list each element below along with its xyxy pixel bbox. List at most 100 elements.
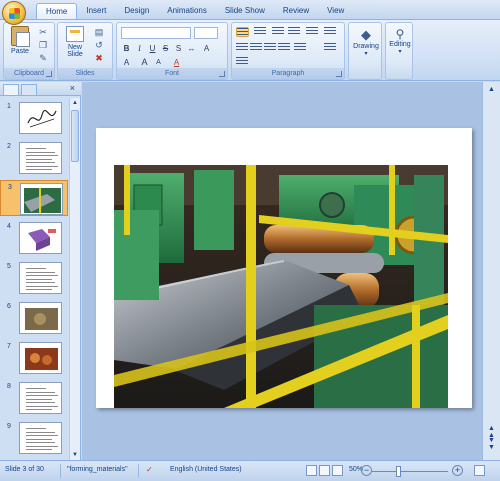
tab-review[interactable]: Review xyxy=(274,3,318,19)
scroll-up-icon[interactable]: ▲ xyxy=(71,99,79,107)
slide-thumbnail[interactable]: 7 xyxy=(0,340,68,376)
tab-home[interactable]: Home xyxy=(36,3,78,19)
char-spacing-icon[interactable]: ↔ xyxy=(186,43,197,54)
slide-show-icon[interactable] xyxy=(332,465,343,476)
copy-icon[interactable]: ❐ xyxy=(38,40,48,50)
align-right-icon[interactable] xyxy=(264,43,276,53)
tab-animations[interactable]: Animations xyxy=(158,3,216,19)
normal-view-icon[interactable] xyxy=(306,465,317,476)
font-name-box[interactable] xyxy=(121,27,191,39)
fit-to-window-icon[interactable] xyxy=(474,465,485,476)
language-indicator[interactable]: English (United States) xyxy=(170,466,242,473)
editing-label: Editing xyxy=(389,41,411,48)
numbering-icon[interactable] xyxy=(254,27,266,37)
scroll-down-icon[interactable]: ▼ xyxy=(71,451,79,459)
drawing-button[interactable]: ◆ Drawing ▾ xyxy=(351,27,381,57)
slide-number: 3 xyxy=(8,184,12,191)
cut-icon[interactable]: ✂ xyxy=(38,27,48,37)
thumbnail-preview xyxy=(19,422,62,454)
thumbnail-preview xyxy=(19,342,62,374)
bold-icon[interactable]: B xyxy=(121,43,132,54)
thumbnail-preview xyxy=(19,142,62,174)
line-spacing-icon[interactable] xyxy=(306,27,318,37)
shadow-icon[interactable]: S xyxy=(173,43,184,54)
slide-thumbnail[interactable]: 6 xyxy=(0,300,68,336)
underline-icon[interactable]: U xyxy=(147,43,158,54)
slide-thumbnail[interactable]: 2 xyxy=(0,140,68,176)
pane-scrollbar[interactable]: ▲ ▼ xyxy=(69,98,80,460)
slide-scroll-up-icon[interactable]: ▲ xyxy=(488,86,495,93)
bullets-icon[interactable] xyxy=(236,27,249,37)
slide-scrollbar[interactable]: ▲ ▲ ▲ ▼ ▼ xyxy=(482,82,500,460)
shrink-font-icon[interactable]: A xyxy=(153,57,164,68)
slide-sorter-icon[interactable] xyxy=(319,465,330,476)
editing-button[interactable]: ⚲ Editing ▾ xyxy=(387,27,413,55)
paste-button[interactable]: Paste xyxy=(8,26,32,55)
format-painter-icon[interactable]: ✎ xyxy=(38,53,48,63)
slide-number: 7 xyxy=(7,343,11,350)
strikethrough-icon[interactable]: S xyxy=(160,43,171,54)
paste-label: Paste xyxy=(11,48,29,55)
tab-view[interactable]: View xyxy=(318,3,353,19)
thumbnail-preview xyxy=(19,302,62,334)
slide-thumbnail[interactable]: 8 xyxy=(0,380,68,416)
thumbnail-preview xyxy=(19,102,62,134)
font-size-box[interactable] xyxy=(194,27,218,39)
clipboard-launcher-icon[interactable] xyxy=(46,71,52,77)
close-pane-icon[interactable]: × xyxy=(70,83,75,93)
slide-photo-steel-rolling-machine[interactable] xyxy=(114,165,448,408)
tab-design[interactable]: Design xyxy=(115,3,158,19)
status-bar: Slide 3 of 30 "forming_materials" ✓ Engl… xyxy=(0,460,500,481)
tab-insert[interactable]: Insert xyxy=(77,3,115,19)
grow-font-icon[interactable]: A xyxy=(139,57,150,68)
italic-icon[interactable]: I xyxy=(134,43,145,54)
status-separator xyxy=(138,464,139,478)
reset-icon[interactable]: ↺ xyxy=(94,40,104,50)
slide-thumbnail[interactable]: 4 xyxy=(0,220,68,256)
font-color-icon[interactable]: A xyxy=(171,57,182,68)
next-slide-icon[interactable]: ▼ ▼ xyxy=(488,437,495,451)
zoom-slider[interactable] xyxy=(372,471,448,472)
slides-tab[interactable] xyxy=(3,84,19,95)
paste-icon xyxy=(11,26,30,47)
paragraph-label: Paragraph xyxy=(232,68,344,79)
font-launcher-icon[interactable] xyxy=(219,71,225,77)
current-slide[interactable] xyxy=(96,128,472,408)
office-logo-icon xyxy=(9,8,20,19)
pane-scroll-thumb[interactable] xyxy=(71,110,79,162)
increase-indent-icon[interactable] xyxy=(288,27,300,37)
justify-icon[interactable] xyxy=(278,43,290,53)
delete-slide-icon[interactable]: ✖ xyxy=(94,53,104,63)
align-text-icon[interactable] xyxy=(324,43,336,53)
zoom-slider-knob[interactable] xyxy=(396,466,401,477)
layout-icon[interactable]: ▤ xyxy=(94,27,104,37)
slide-thumbnail[interactable]: 1 xyxy=(0,100,68,136)
text-direction-icon[interactable] xyxy=(324,27,336,37)
paragraph-launcher-icon[interactable] xyxy=(336,71,342,77)
change-case-icon[interactable]: A xyxy=(201,43,212,54)
theme-name: "forming_materials" xyxy=(67,466,128,473)
slide-thumbnail[interactable]: 3 xyxy=(0,180,68,216)
slide-thumbnail[interactable]: 5 xyxy=(0,260,68,296)
thumbnail-preview xyxy=(20,183,63,215)
outline-tab[interactable] xyxy=(21,84,37,95)
align-center-icon[interactable] xyxy=(250,43,262,53)
new-slide-button[interactable]: New Slide xyxy=(61,26,89,58)
smartart-icon[interactable] xyxy=(236,57,248,67)
pane-tabs: × xyxy=(0,82,81,96)
office-button[interactable] xyxy=(2,1,26,25)
spellcheck-icon[interactable]: ✓ xyxy=(146,465,153,474)
decrease-indent-icon[interactable] xyxy=(272,27,284,37)
tab-slide-show[interactable]: Slide Show xyxy=(216,3,274,19)
align-left-icon[interactable] xyxy=(236,43,248,53)
new-slide-label-1: New xyxy=(67,44,82,51)
editing-dropdown-icon: ▾ xyxy=(398,49,402,55)
zoom-out-icon[interactable]: − xyxy=(361,465,372,476)
editing-group[interactable]: ⚲ Editing ▾ xyxy=(385,22,413,80)
slide-thumbnail[interactable]: 9 xyxy=(0,420,68,456)
drawing-group[interactable]: ◆ Drawing ▾ xyxy=(348,22,382,80)
columns-icon[interactable] xyxy=(294,43,306,53)
slide-number: 5 xyxy=(7,263,11,270)
zoom-in-icon[interactable]: + xyxy=(452,465,463,476)
clear-format-icon[interactable]: A xyxy=(121,57,132,68)
